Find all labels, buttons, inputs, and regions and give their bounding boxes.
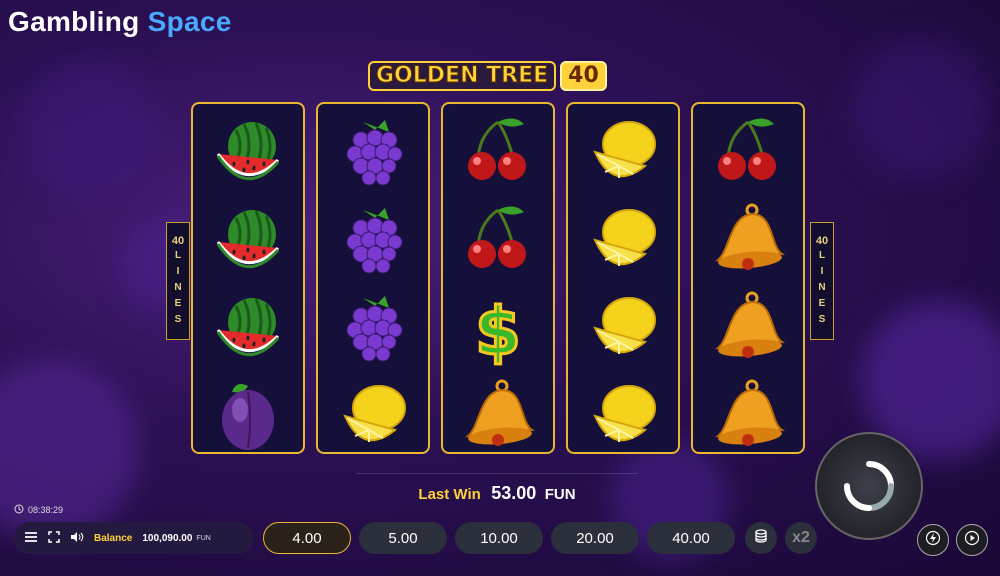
- bell-icon: [708, 288, 788, 368]
- grapes-icon: [333, 112, 413, 192]
- game-title-badge: 40: [560, 61, 607, 91]
- grapes-icon: [333, 288, 413, 368]
- autoplay-icon: [964, 530, 980, 551]
- paylines-letter: L: [174, 250, 182, 261]
- reel-3: $: [441, 102, 555, 454]
- last-win-label: Last Win: [418, 486, 481, 503]
- brand-logo: Gambling Space: [8, 6, 232, 38]
- reel-4: [566, 102, 680, 454]
- multiplier-button[interactable]: x2: [785, 522, 817, 554]
- game-title: GOLDEN TREE 40: [368, 60, 607, 92]
- paylines-letter: N: [174, 282, 182, 293]
- bet-option-button[interactable]: 20.00: [551, 522, 639, 554]
- game-title-main: GOLDEN TREE: [368, 61, 557, 91]
- reel-2: [316, 102, 430, 454]
- reel-1: [191, 102, 305, 454]
- plum-icon: [208, 376, 288, 456]
- clock: 08:38:29: [14, 504, 63, 516]
- coin-stack-icon: [753, 528, 769, 549]
- dollar-icon: $: [458, 288, 538, 372]
- watermelon-icon: [208, 288, 288, 368]
- paylines-letter: N: [818, 282, 826, 293]
- lemon-icon: [583, 112, 663, 192]
- autoplay-button[interactable]: [956, 524, 988, 556]
- paylines-letter: I: [820, 266, 824, 277]
- multiplier-label: x2: [792, 529, 810, 546]
- paylines-letter: E: [818, 298, 826, 309]
- lemon-icon: [583, 376, 663, 456]
- bell-icon: [708, 376, 788, 456]
- balance-bar: Balance 100,090.00 FUN: [14, 522, 254, 554]
- fullscreen-icon[interactable]: [48, 530, 60, 546]
- cherry-icon: [708, 112, 788, 192]
- bet-option-button[interactable]: 10.00: [455, 522, 543, 554]
- cherry-icon: [458, 112, 538, 192]
- watermelon-icon: [208, 112, 288, 192]
- last-win-display: Last Win 53.00 FUN: [356, 483, 638, 504]
- paylines-number: 40: [171, 235, 185, 247]
- cherry-icon: [458, 200, 538, 280]
- bell-icon: [458, 376, 538, 456]
- bet-option-button[interactable]: 4.00: [263, 522, 351, 554]
- last-win-currency: FUN: [544, 486, 576, 503]
- balance-value: 100,090.00: [142, 532, 193, 544]
- lemon-icon: [583, 200, 663, 280]
- menu-icon[interactable]: [24, 531, 38, 546]
- brand-logo-part2: Space: [147, 6, 232, 37]
- sound-icon[interactable]: [70, 531, 84, 546]
- svg-text:$: $: [475, 293, 521, 368]
- spin-icon: [841, 458, 897, 519]
- bet-option-button[interactable]: 5.00: [359, 522, 447, 554]
- lightning-icon: [925, 530, 941, 551]
- lemon-icon: [583, 288, 663, 368]
- balance-label: Balance: [94, 532, 133, 544]
- paylines-letter: E: [174, 298, 182, 309]
- bell-icon: [708, 200, 788, 280]
- last-win-value: 53.00: [491, 483, 537, 503]
- paylines-letter: S: [818, 314, 826, 325]
- paylines-letter: I: [176, 266, 180, 277]
- brand-logo-part1: Gambling: [8, 6, 140, 37]
- turbo-button[interactable]: [917, 524, 949, 556]
- paylines-letter: L: [818, 250, 826, 261]
- lemon-icon: [333, 376, 413, 456]
- balance-currency: FUN: [196, 534, 211, 542]
- grapes-icon: [333, 200, 413, 280]
- bet-option-button[interactable]: 40.00: [647, 522, 735, 554]
- clock-icon: [14, 504, 24, 516]
- paylines-indicator-right: 40 L I N E S: [810, 222, 834, 340]
- paylines-indicator-left: 40 L I N E S: [166, 222, 190, 340]
- clock-time: 08:38:29: [28, 505, 64, 515]
- coin-stack-button[interactable]: [745, 522, 777, 554]
- paylines-number: 40: [815, 235, 829, 247]
- watermelon-icon: [208, 200, 288, 280]
- spin-button[interactable]: [815, 432, 923, 540]
- paylines-letter: S: [174, 314, 182, 325]
- reel-5: [691, 102, 805, 454]
